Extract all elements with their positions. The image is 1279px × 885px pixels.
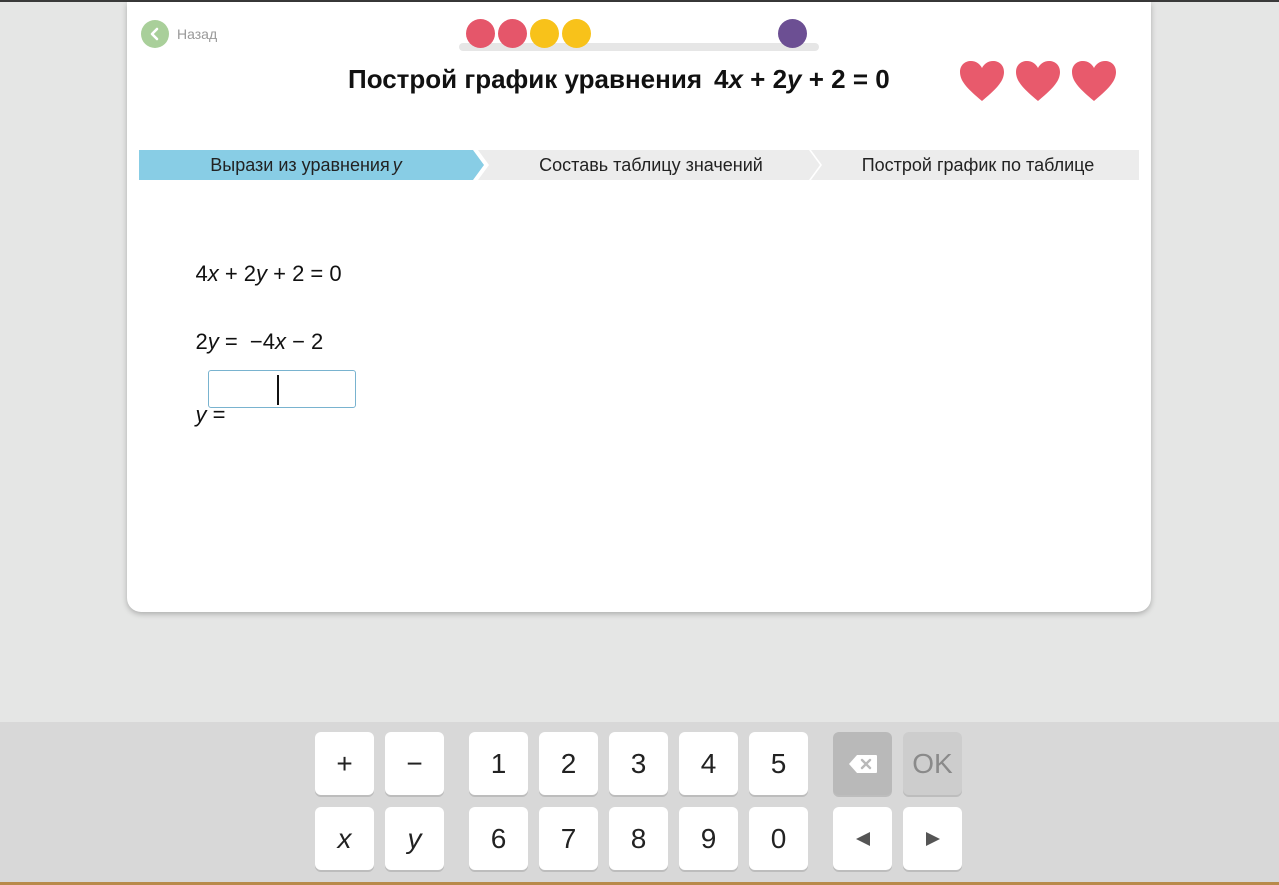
back-button[interactable]: Назад bbox=[141, 20, 217, 48]
lives bbox=[959, 60, 1117, 102]
key-y[interactable]: y bbox=[385, 807, 444, 870]
key-x[interactable]: x bbox=[315, 807, 374, 870]
key-cursor-right[interactable] bbox=[903, 807, 962, 870]
progress-dot bbox=[530, 19, 559, 48]
key-backspace[interactable] bbox=[833, 732, 892, 795]
key-5[interactable]: 5 bbox=[749, 732, 808, 795]
step-value-table[interactable]: Составь таблицу значений bbox=[484, 150, 818, 180]
chevron-left-icon bbox=[141, 20, 169, 48]
key-cursor-left[interactable] bbox=[833, 807, 892, 870]
title-text: Построй график уравнения bbox=[348, 64, 702, 94]
text-cursor bbox=[277, 375, 279, 405]
given-equation: 4x + 2y + 2 = 0 bbox=[195, 261, 342, 286]
heart-icon bbox=[959, 60, 1005, 102]
progress-dot bbox=[562, 19, 591, 48]
progress-dot bbox=[498, 19, 527, 48]
step-bar: Вырази из уравнения y Составь таблицу зн… bbox=[139, 150, 1139, 180]
key-plus[interactable]: + bbox=[315, 732, 374, 795]
key-7[interactable]: 7 bbox=[539, 807, 598, 870]
step-express-y[interactable]: Вырази из уравнения y bbox=[139, 150, 473, 180]
step-plot-graph[interactable]: Построй график по таблице bbox=[817, 150, 1139, 180]
key-ok[interactable]: OK bbox=[903, 732, 962, 795]
arrow-left-icon bbox=[855, 831, 870, 846]
heart-icon bbox=[1015, 60, 1061, 102]
key-6[interactable]: 6 bbox=[469, 807, 528, 870]
key-9[interactable]: 9 bbox=[679, 807, 738, 870]
key-minus[interactable]: − bbox=[385, 732, 444, 795]
back-label: Назад bbox=[177, 26, 218, 42]
key-1[interactable]: 1 bbox=[469, 732, 528, 795]
arrow-right-icon bbox=[925, 831, 940, 846]
key-4[interactable]: 4 bbox=[679, 732, 738, 795]
task-card: Назад Построй график уравнения 4x + 2y + … bbox=[127, 2, 1151, 612]
key-8[interactable]: 8 bbox=[609, 807, 668, 870]
key-3[interactable]: 3 bbox=[609, 732, 668, 795]
key-0[interactable]: 0 bbox=[749, 807, 808, 870]
math-keypad: + − 1 2 3 4 5 OK x y 6 7 8 9 0 bbox=[0, 722, 1279, 885]
progress-dot bbox=[466, 19, 495, 48]
progress-dot-current bbox=[778, 19, 807, 48]
backspace-icon bbox=[848, 754, 877, 773]
answer-input[interactable] bbox=[208, 370, 356, 408]
page-title: Построй график уравнения 4x + 2y + 2 = 0 bbox=[348, 64, 890, 95]
heart-icon bbox=[1071, 60, 1117, 102]
key-2[interactable]: 2 bbox=[539, 732, 598, 795]
title-equation: 4x + 2y + 2 = 0 bbox=[714, 64, 890, 94]
